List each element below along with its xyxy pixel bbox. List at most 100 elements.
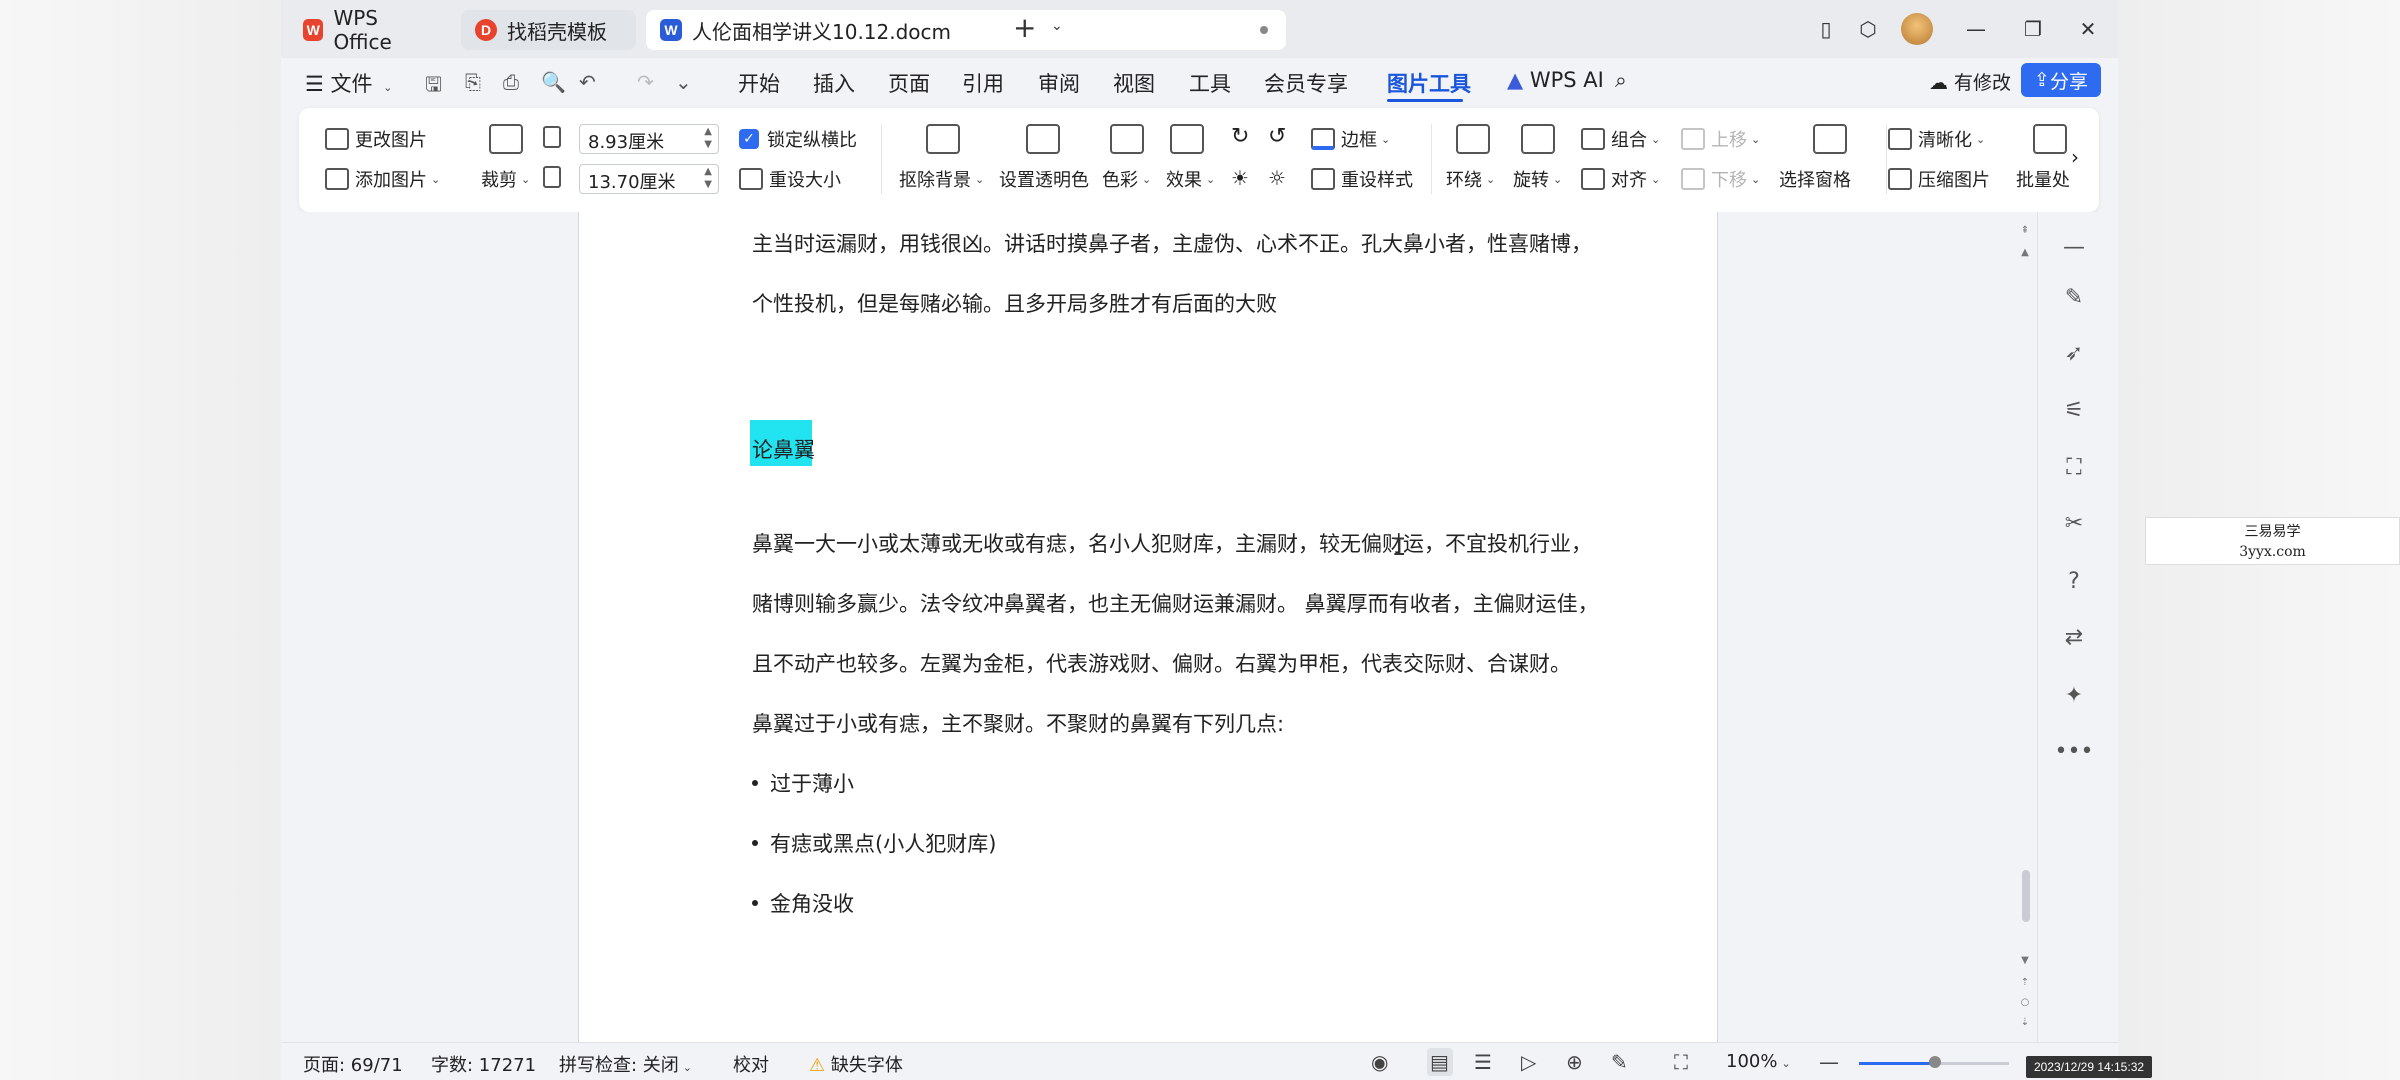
tab-review[interactable]: 审阅 — [1038, 68, 1080, 98]
batch-process-button[interactable]: 批量处 — [2016, 166, 2070, 192]
fit-page-icon[interactable]: ⛶ — [1674, 1050, 1688, 1074]
tab-tools[interactable]: 工具 — [1189, 68, 1231, 98]
tab-view[interactable]: 视图 — [1113, 68, 1155, 98]
sharpen-button[interactable]: 清晰化 ⌄ — [1888, 126, 1985, 152]
print-icon[interactable]: ⎙ — [503, 70, 519, 94]
proofread-button[interactable]: 校对 — [733, 1051, 769, 1077]
set-transparent-icon[interactable] — [1026, 124, 1060, 154]
word-count[interactable]: 字数: 17271 — [431, 1051, 536, 1077]
adjust-icon[interactable]: ⚟ — [2060, 397, 2088, 423]
tab-insert[interactable]: 插入 — [813, 68, 855, 98]
group-button[interactable]: 组合 ⌄ — [1581, 126, 1660, 152]
lock-ratio-checkbox[interactable]: ✓ — [739, 129, 759, 149]
selection-pane-button[interactable]: 选择窗格 — [1779, 166, 1851, 192]
remove-background-button[interactable]: 抠除背景 ⌄ — [899, 166, 984, 192]
lock-ratio-label[interactable]: 锁定纵横比 — [767, 126, 857, 152]
height-input[interactable]: 13.70厘米 ▲ ▼ — [579, 164, 719, 194]
brightness-up-icon[interactable]: ☀ — [1231, 166, 1249, 190]
next-page-icon[interactable]: ⇣ — [2018, 1017, 2032, 1028]
color-button[interactable]: 色彩 ⌄ — [1102, 166, 1151, 192]
rotate-right-icon[interactable]: ↺ — [1268, 124, 1286, 149]
file-menu[interactable]: ☰ 文件 ⌄ — [305, 68, 392, 98]
zoom-level[interactable]: 100% ⌄ — [1726, 1051, 1791, 1072]
scroll-top-icon[interactable]: ⇞ — [2018, 225, 2032, 236]
chevron-down-icon[interactable]: ⌄ — [1051, 18, 1063, 34]
wrap-button[interactable]: 环绕 ⌄ — [1446, 166, 1495, 192]
batch-process-icon[interactable] — [2033, 124, 2067, 154]
search-icon[interactable]: ⌕ — [1615, 68, 1627, 93]
scroll-up-icon[interactable]: ▲ — [2018, 247, 2032, 258]
rotate-icon[interactable] — [1521, 124, 1555, 154]
zoom-slider-knob[interactable] — [1929, 1056, 1941, 1068]
tab-picture-tools[interactable]: 图片工具 — [1387, 68, 1471, 98]
print-preview-icon[interactable]: 🔍 — [541, 70, 566, 94]
move-down-button[interactable]: 下移 ⌄ — [1681, 166, 1760, 192]
width-input[interactable]: 8.93厘米 ▲ ▼ — [579, 124, 719, 154]
tab-wps-office[interactable]: W WPS Office — [289, 6, 449, 54]
tab-member[interactable]: 会员专享 — [1264, 68, 1348, 98]
restore-icon[interactable]: ❐ — [2018, 14, 2048, 44]
eye-icon[interactable]: ◉ — [1371, 1050, 1388, 1074]
outline-view-icon[interactable]: ☰ — [1474, 1050, 1492, 1074]
share-button[interactable]: ⇪ 分享 — [2021, 63, 2101, 97]
tab-page[interactable]: 页面 — [888, 68, 930, 98]
web-view-icon[interactable]: ⊕ — [1566, 1050, 1583, 1074]
reset-size-button[interactable]: 重设大小 — [739, 166, 841, 192]
image-edit-icon[interactable]: ⛶ — [2060, 454, 2088, 480]
redo-icon[interactable]: ↷ — [637, 70, 654, 94]
scrollbar-thumb[interactable] — [2022, 870, 2030, 922]
play-icon[interactable]: ▷ — [1521, 1050, 1536, 1074]
translate-icon[interactable]: ⇄ — [2060, 624, 2088, 650]
change-picture-button[interactable]: 更改图片 — [325, 126, 427, 152]
previous-page-icon[interactable]: ⇡ — [2018, 977, 2032, 988]
more-icon[interactable]: ••• — [2055, 738, 2094, 764]
tab-document[interactable]: W 人伦面相学讲义10.12.docm — [646, 10, 1286, 50]
modified-status-button[interactable]: ☁ 有修改 — [1929, 68, 2011, 95]
selection-pane-icon[interactable] — [1813, 124, 1847, 154]
undo-icon[interactable]: ↶ — [579, 70, 596, 94]
sidebar-toggle-icon[interactable]: ▯ — [1811, 14, 1841, 44]
remove-background-icon[interactable] — [926, 124, 960, 154]
move-up-button[interactable]: 上移 ⌄ — [1681, 126, 1760, 152]
crop-icon[interactable] — [489, 124, 523, 154]
brightness-down-icon[interactable]: ☼ — [1268, 166, 1286, 190]
color-icon[interactable] — [1110, 124, 1144, 154]
tab-start[interactable]: 开始 — [738, 68, 780, 98]
tab-find-template[interactable]: D 找稻壳模板 — [461, 10, 636, 50]
zoom-out-icon[interactable]: — — [1819, 1050, 1839, 1074]
pen-icon[interactable]: ✎ — [2060, 284, 2088, 310]
rotate-button[interactable]: 旋转 ⌄ — [1513, 166, 1562, 192]
pen-mode-icon[interactable]: ✎ — [1611, 1050, 1628, 1074]
collapse-icon[interactable]: — — [2060, 234, 2088, 260]
vertical-scrollbar[interactable]: ⇞ ▲ ▼ ⇡ ○ ⇣ — [2018, 225, 2032, 1035]
wrap-icon[interactable] — [1456, 124, 1490, 154]
effect-button[interactable]: 效果 ⌄ — [1166, 166, 1215, 192]
cube-icon[interactable]: ⬡ — [1853, 14, 1883, 44]
format-icon[interactable]: ✦ — [2060, 682, 2088, 708]
tools-icon[interactable]: ✂ — [2060, 510, 2088, 536]
select-browse-icon[interactable]: ○ — [2018, 997, 2032, 1008]
select-cursor-icon[interactable]: ➶ — [2060, 340, 2088, 366]
align-button[interactable]: 对齐 ⌄ — [1581, 166, 1660, 192]
document-page[interactable] — [578, 212, 1718, 1042]
page-view-icon[interactable]: ▤ — [1430, 1050, 1449, 1074]
export-icon[interactable]: ⎘ — [465, 70, 481, 94]
compress-picture-button[interactable]: 压缩图片 — [1888, 166, 1990, 192]
new-tab-icon[interactable]: + — [1013, 14, 1036, 42]
effect-icon[interactable] — [1170, 124, 1204, 154]
rotate-left-icon[interactable]: ↻ — [1231, 124, 1249, 149]
close-icon[interactable]: ✕ — [2073, 14, 2103, 44]
missing-font-button[interactable]: ⚠ 缺失字体 — [809, 1051, 903, 1077]
minimize-icon[interactable]: — — [1961, 14, 1991, 44]
more-chevron-icon[interactable]: ⌄ — [675, 70, 692, 94]
add-picture-button[interactable]: 添加图片 ⌄ — [325, 166, 440, 192]
set-transparent-button[interactable]: 设置透明色 — [999, 166, 1089, 192]
ribbon-scroll-right-icon[interactable]: › — [2071, 145, 2079, 169]
border-button[interactable]: 边框 ⌄ — [1311, 126, 1390, 152]
tab-reference[interactable]: 引用 — [962, 68, 1004, 98]
avatar[interactable] — [1901, 13, 1933, 45]
help-icon[interactable]: ? — [2060, 568, 2088, 594]
reset-style-button[interactable]: 重设样式 — [1311, 166, 1413, 192]
crop-button[interactable]: 裁剪 ⌄ — [481, 166, 530, 192]
spellcheck-toggle[interactable]: 拼写检查: 关闭 ⌄ — [559, 1051, 692, 1077]
